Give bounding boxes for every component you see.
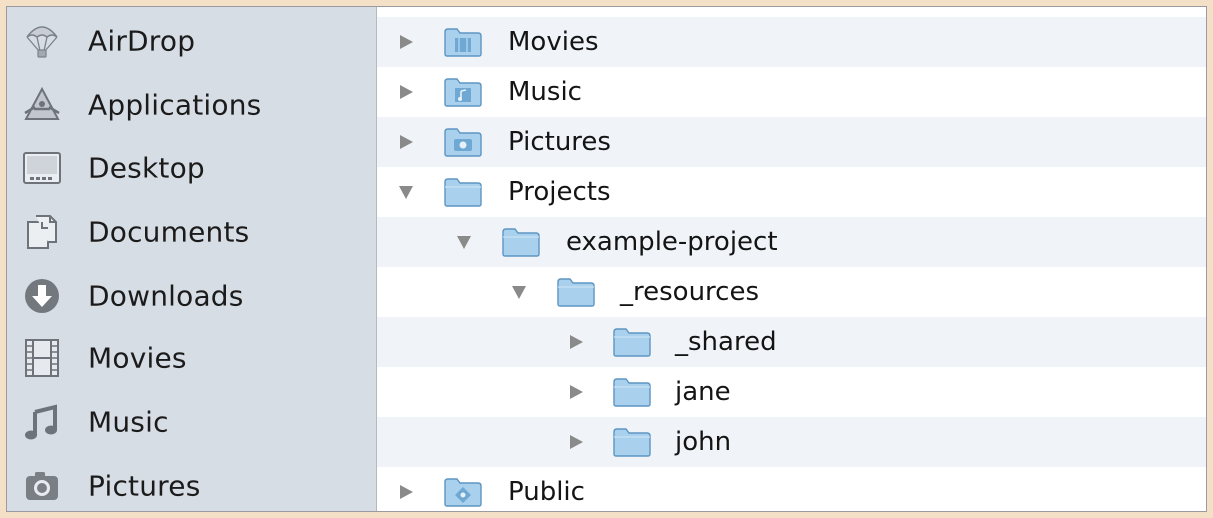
outline-row-label: jane (675, 377, 731, 407)
documents-icon (21, 211, 63, 253)
movies-icon (21, 337, 63, 379)
disclosure-expanded-icon[interactable] (453, 231, 475, 253)
sidebar-item-desktop[interactable]: Desktop (7, 141, 376, 195)
sidebar-item-pictures[interactable]: Pictures (7, 459, 376, 511)
outline-row-label: example-project (566, 227, 778, 257)
sidebar-item-label: Applications (88, 88, 262, 122)
outline-row-movies[interactable]: Movies (377, 17, 1206, 67)
music-folder-icon (443, 76, 483, 108)
sidebar-item-label: Movies (88, 341, 187, 375)
outline-row-label: _resources (620, 277, 760, 307)
outline-row-pictures[interactable]: Pictures (377, 117, 1206, 167)
outline-row-resources[interactable]: _resources (377, 267, 1206, 317)
disclosure-expanded-icon[interactable] (395, 181, 417, 203)
folder-icon (443, 176, 483, 208)
sidebar-item-airdrop[interactable]: AirDrop (7, 14, 376, 68)
desktop-icon (21, 147, 63, 189)
sidebar-item-documents[interactable]: Documents (7, 205, 376, 259)
outline-row-shared[interactable]: _shared (377, 317, 1206, 367)
disclosure-collapsed-icon[interactable] (395, 81, 417, 103)
folder-icon (612, 376, 652, 408)
public-folder-icon (443, 476, 483, 508)
folder-icon (556, 276, 596, 308)
applications-icon (21, 84, 63, 126)
disclosure-collapsed-icon[interactable] (565, 381, 587, 403)
pictures-folder-icon (443, 126, 483, 158)
sidebar-item-label: Desktop (88, 151, 205, 185)
disclosure-collapsed-icon[interactable] (565, 331, 587, 353)
sidebar-item-downloads[interactable]: Downloads (7, 269, 376, 323)
sidebar-item-label: Documents (88, 215, 250, 249)
outline-row-example-project[interactable]: example-project (377, 217, 1206, 267)
airdrop-icon (21, 20, 63, 62)
disclosure-collapsed-icon[interactable] (395, 481, 417, 503)
outline-row-label: Public (508, 477, 585, 507)
sidebar-item-movies[interactable]: Movies (7, 331, 376, 385)
sidebar: AirDrop Applications Desktop Documents D… (7, 7, 377, 511)
folder-icon (501, 226, 541, 258)
movies-folder-icon (443, 26, 483, 58)
pictures-icon (21, 465, 63, 507)
sidebar-item-applications[interactable]: Applications (7, 78, 376, 132)
outline-row-music[interactable]: Music (377, 67, 1206, 117)
finder-window: AirDrop Applications Desktop Documents D… (6, 6, 1207, 512)
outline-row-projects[interactable]: Projects (377, 167, 1206, 217)
outline-row-jane[interactable]: jane (377, 367, 1206, 417)
folder-icon (612, 426, 652, 458)
disclosure-expanded-icon[interactable] (508, 281, 530, 303)
outline-row-john[interactable]: john (377, 417, 1206, 467)
disclosure-collapsed-icon[interactable] (565, 431, 587, 453)
outline-row-label: _shared (675, 327, 777, 357)
outline-row-label: Pictures (508, 127, 611, 157)
outline-row-label: john (675, 427, 732, 457)
sidebar-item-label: Pictures (88, 469, 201, 503)
folder-icon (612, 326, 652, 358)
music-icon (21, 401, 63, 443)
outline-row-label: Projects (508, 177, 611, 207)
file-outline-list: Movies Music Pictures Projects example-p… (377, 7, 1206, 511)
downloads-icon (21, 275, 63, 317)
outline-row-public[interactable]: Public (377, 467, 1206, 511)
sidebar-item-label: Music (88, 405, 169, 439)
disclosure-collapsed-icon[interactable] (395, 31, 417, 53)
sidebar-item-label: Downloads (88, 279, 244, 313)
sidebar-item-music[interactable]: Music (7, 395, 376, 449)
outline-row-label: Music (508, 77, 582, 107)
outline-row-label: Movies (508, 27, 599, 57)
sidebar-item-label: AirDrop (88, 24, 196, 58)
disclosure-collapsed-icon[interactable] (395, 131, 417, 153)
